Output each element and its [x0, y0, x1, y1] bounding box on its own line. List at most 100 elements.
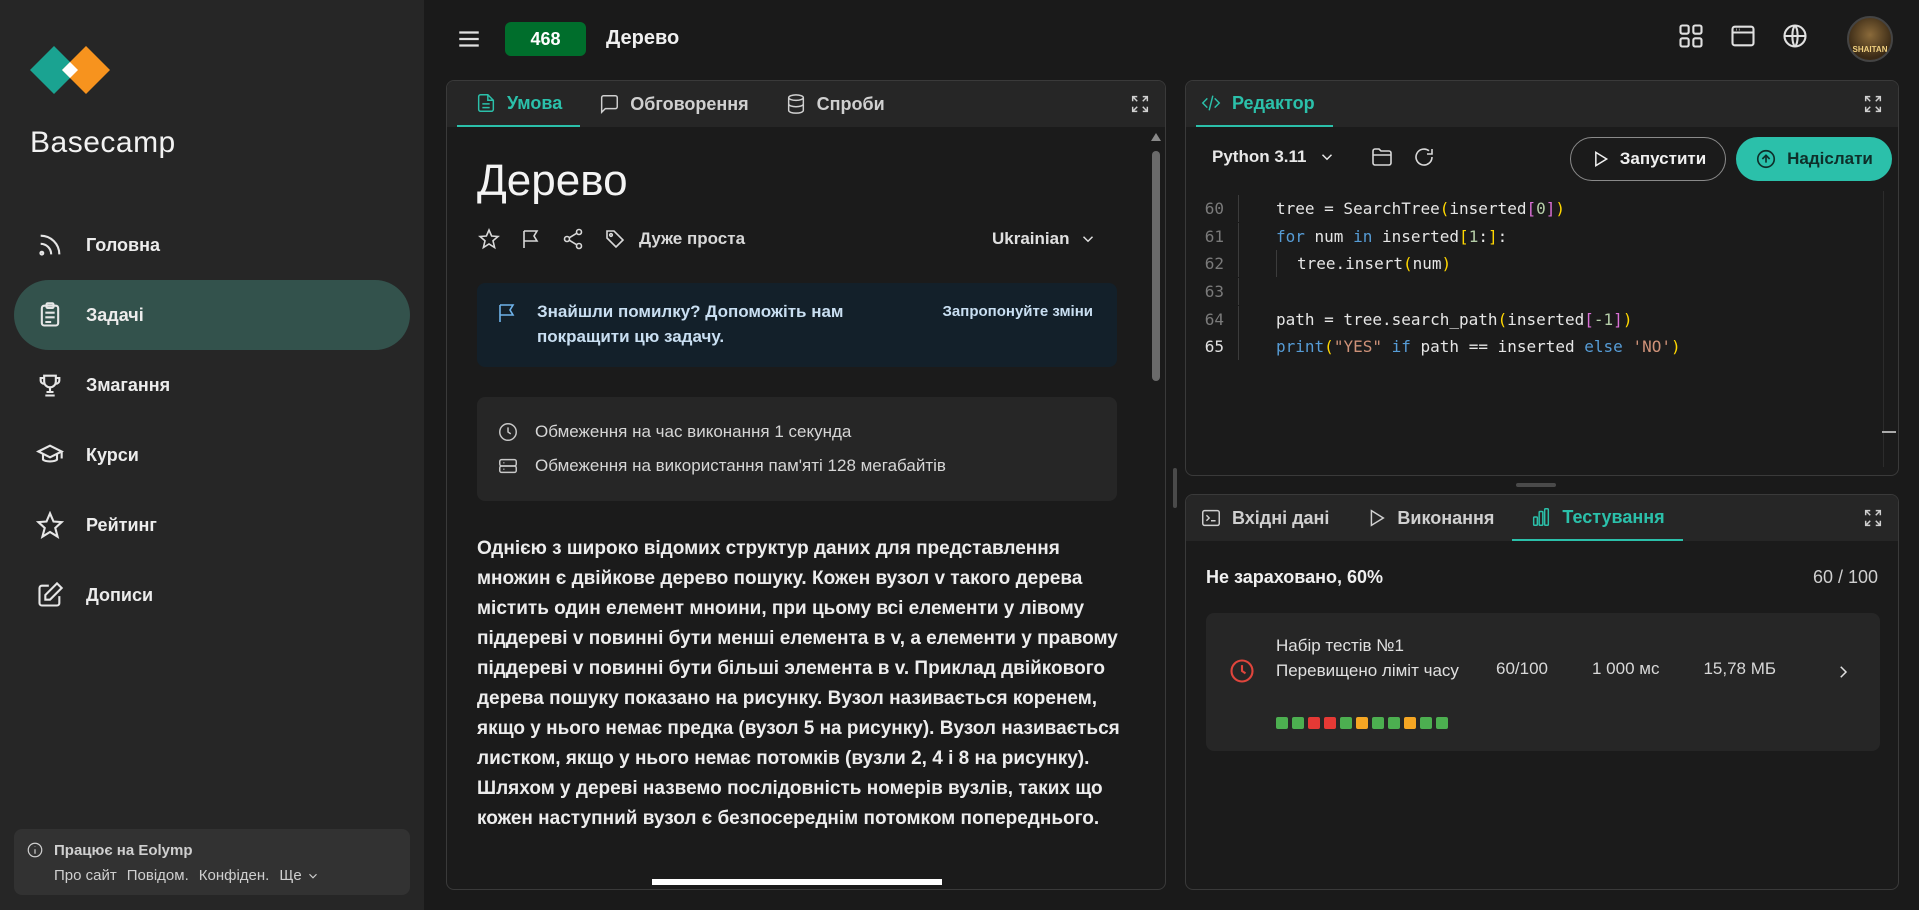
problem-scrollbar[interactable] — [1149, 131, 1163, 889]
footer-link-privacy[interactable]: Конфіден. — [199, 867, 270, 884]
problem-actions: Дуже проста — [477, 227, 745, 251]
page-title: Дерево — [606, 27, 680, 49]
chevron-right-icon[interactable] — [1834, 663, 1852, 681]
test-set-memory: 15,78 МБ — [1703, 659, 1777, 678]
memory-limit-text: Обмеження на використання пам'яті 128 ме… — [535, 456, 946, 475]
line-number: 62 — [1204, 254, 1224, 274]
language-selector[interactable]: Python 3.11 — [1212, 147, 1336, 167]
apps-grid-icon[interactable] — [1677, 22, 1705, 50]
line-number: 60 — [1204, 199, 1224, 219]
tab-editor[interactable]: Редактор — [1196, 81, 1333, 127]
globe-icon[interactable] — [1781, 22, 1809, 50]
difficulty-label: Дуже проста — [639, 229, 746, 248]
scroll-thumb[interactable] — [1152, 151, 1160, 381]
avatar[interactable]: SHAITAN — [1847, 16, 1893, 62]
test-set-card[interactable]: Набір тестів №1 Перевищено ліміт часу 60… — [1206, 613, 1880, 751]
language-select[interactable]: Ukrainian — [992, 229, 1097, 249]
chat-icon — [601, 95, 619, 115]
tab-testing[interactable]: Тестування — [1512, 495, 1683, 541]
submit-button[interactable]: Надіслати — [1736, 137, 1892, 181]
language-value: Ukrainian — [992, 229, 1070, 248]
folder-icon[interactable] — [1370, 145, 1394, 169]
star-icon[interactable] — [477, 227, 501, 251]
notice-text: Знайшли помилку? Допоможіть нам покращит… — [537, 302, 844, 346]
horizontal-splitter[interactable] — [1516, 483, 1556, 487]
code-line: 65 print("YES" if path == inserted else '… — [1186, 333, 1898, 361]
editor-scroll-track — [1883, 191, 1884, 467]
editor-scroll-marker — [1882, 431, 1896, 433]
editor-panel: Редактор Python 3.11 Запустити Надіслати… — [1185, 80, 1899, 476]
sidebar-item-label: Задачі — [86, 304, 144, 325]
tag-icon[interactable] — [603, 227, 627, 251]
footer-title-text: Працює на Eolymp — [54, 841, 193, 859]
sidebar-nav: Головна Задачі Змагання Курси Рейтинг До… — [14, 210, 410, 630]
run-label: Запустити — [1619, 149, 1707, 168]
footer-link-about[interactable]: Про сайт — [54, 867, 117, 884]
footer-links: Про сайт Повідом. Конфіден. Ще — [54, 867, 398, 884]
edit-icon — [38, 581, 64, 607]
sidebar-item-posts[interactable]: Дописи — [14, 560, 410, 630]
test-result-dot-pass — [1292, 717, 1304, 729]
upload-circle-icon — [1757, 149, 1776, 169]
tab-attempts[interactable]: Спроби — [767, 81, 903, 127]
flag-icon[interactable] — [519, 227, 543, 251]
sidebar-item-courses[interactable]: Курси — [14, 420, 410, 490]
footer-title: Працює на Eolymp — [26, 841, 398, 859]
basecamp-logo[interactable] — [30, 40, 110, 100]
flag-icon — [499, 304, 515, 322]
play-icon — [1594, 150, 1608, 168]
info-icon — [27, 842, 43, 858]
test-result-dot-fail — [1324, 717, 1336, 729]
submit-label: Надіслати — [1787, 149, 1873, 168]
line-number: 63 — [1204, 282, 1224, 302]
graduation-cap-icon — [36, 444, 64, 463]
tab-execution[interactable]: Виконання — [1347, 495, 1512, 541]
test-set-verdict: Перевищено ліміт часу — [1276, 661, 1459, 680]
bar-chart-icon — [1533, 508, 1550, 526]
line-number: 65 — [1204, 337, 1224, 357]
tab-label: Тестування — [1562, 506, 1665, 527]
sidebar: Basecamp Головна Задачі Змагання Курси Р… — [0, 0, 424, 910]
run-button[interactable]: Запустити — [1570, 137, 1726, 181]
footer-box: Працює на Eolymp Про сайт Повідом. Конфі… — [14, 829, 410, 895]
result-score: 60 / 100 — [1812, 567, 1878, 587]
expand-icon[interactable] — [1862, 507, 1884, 529]
hamburger-menu-icon[interactable] — [456, 26, 482, 52]
footer-link-more-label: Ще — [279, 867, 302, 884]
chevron-down-icon — [1322, 154, 1333, 161]
code-line: 62 tree.insert(num) — [1186, 250, 1898, 278]
code-editor[interactable]: 60 tree = SearchTree(inserted[0]) 61 for n… — [1186, 195, 1898, 361]
clock-icon — [499, 423, 517, 441]
tab-statement[interactable]: Умова — [457, 81, 581, 127]
tab-label: Редактор — [1232, 92, 1315, 113]
test-result-dot-pass — [1276, 717, 1288, 729]
sidebar-item-contests[interactable]: Змагання — [14, 350, 410, 420]
tab-label: Обговорення — [630, 93, 749, 114]
vertical-splitter[interactable] — [1173, 468, 1177, 508]
expand-icon[interactable] — [1862, 93, 1884, 115]
result-status: Не зараховано, 60% — [1206, 567, 1384, 587]
sidebar-item-home[interactable]: Головна — [14, 210, 410, 280]
time-limit: Обмеження на час виконання 1 секунда — [497, 415, 1097, 449]
tab-label: Умова — [507, 92, 563, 113]
scroll-up-arrow-icon[interactable] — [1151, 133, 1161, 141]
problem-id-badge: 468 — [505, 22, 586, 56]
test-result-dot-tle — [1356, 717, 1368, 729]
window-icon[interactable] — [1729, 22, 1757, 50]
sidebar-item-rating[interactable]: Рейтинг — [14, 490, 410, 560]
share-icon[interactable] — [561, 227, 585, 251]
line-number: 64 — [1204, 309, 1224, 329]
suggest-changes-link[interactable]: Запропонуйте зміни — [943, 303, 1093, 320]
test-results-dots — [1276, 717, 1448, 729]
refresh-icon[interactable] — [1412, 145, 1436, 169]
expand-icon[interactable] — [1129, 93, 1151, 115]
time-limit-text: Обмеження на час виконання 1 секунда — [535, 422, 852, 441]
tab-input[interactable]: Вхідні дані — [1196, 495, 1347, 541]
test-result-dot-pass — [1372, 717, 1384, 729]
sidebar-item-problems[interactable]: Задачі — [14, 280, 410, 350]
footer-link-report[interactable]: Повідом. — [127, 867, 189, 884]
tab-discussion[interactable]: Обговорення — [580, 81, 766, 127]
limits-box: Обмеження на час виконання 1 секунда Обм… — [477, 397, 1117, 501]
chevron-down-icon — [1083, 236, 1094, 243]
footer-link-more[interactable]: Ще — [279, 867, 319, 884]
